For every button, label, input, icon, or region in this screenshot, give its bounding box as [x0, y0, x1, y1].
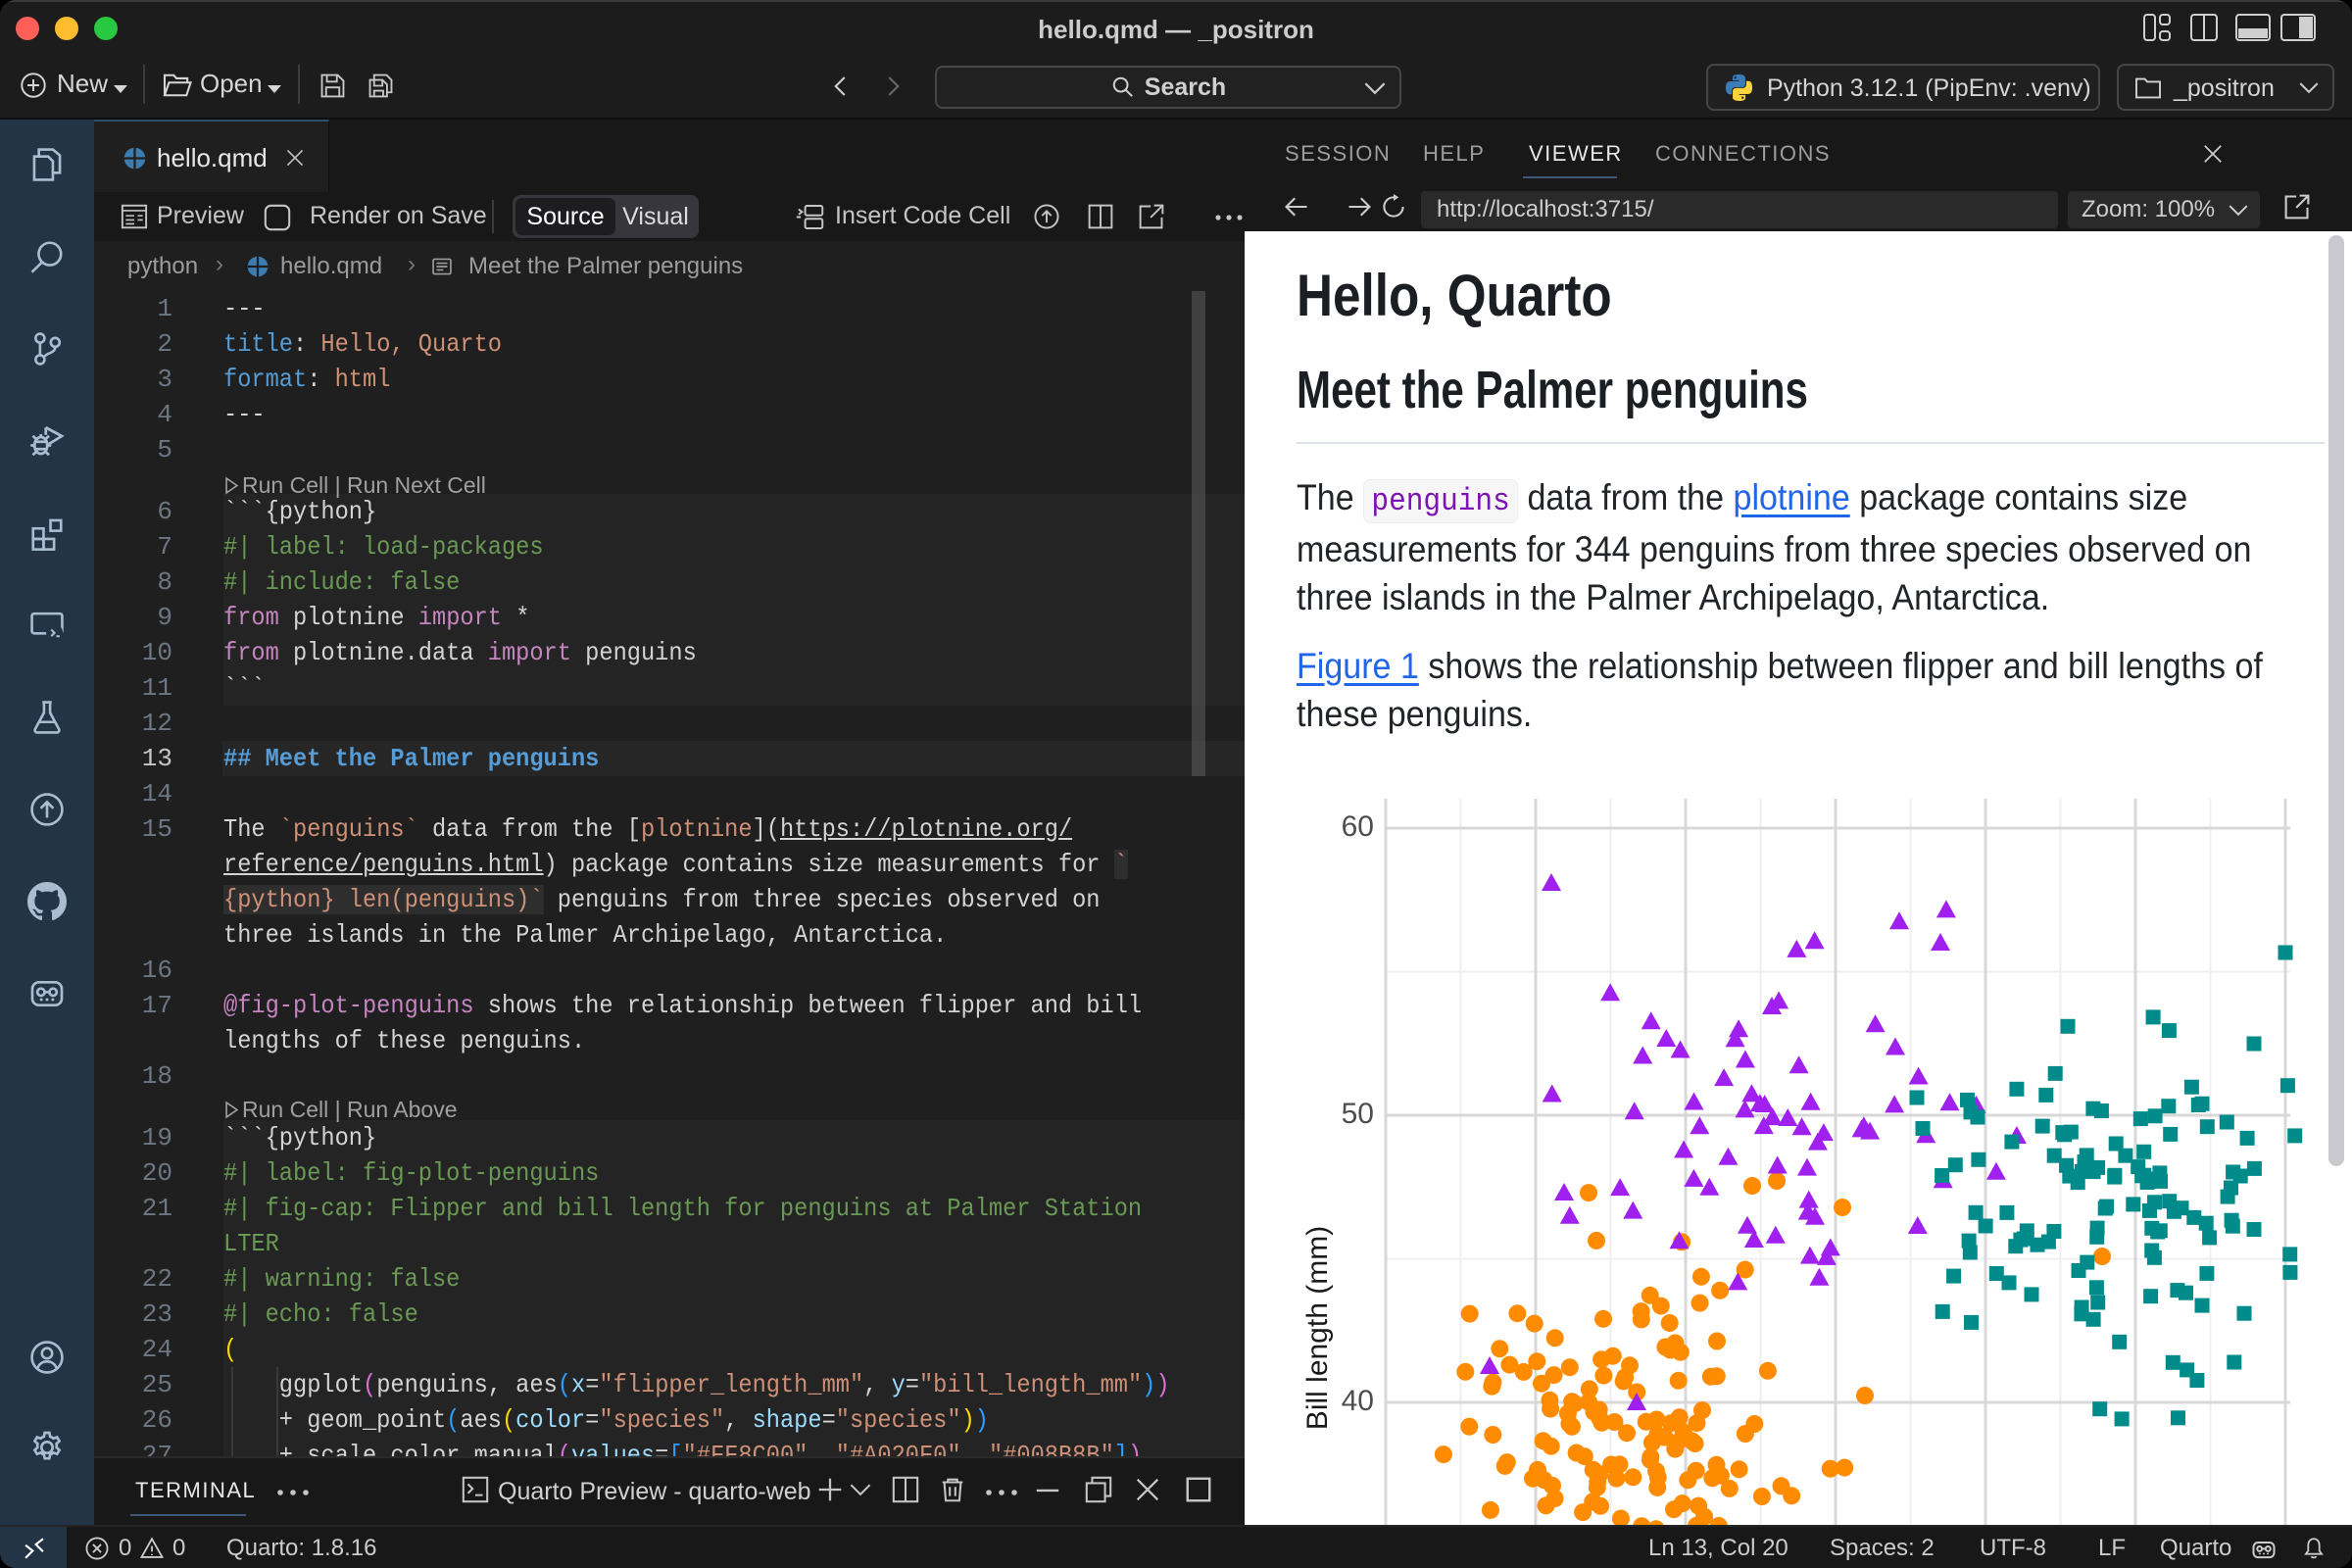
svg-text:40: 40 [1342, 1385, 1374, 1417]
svg-text:Bill length (mm): Bill length (mm) [1301, 1226, 1334, 1430]
svg-text:60: 60 [1342, 810, 1374, 843]
svg-text:50: 50 [1342, 1098, 1374, 1130]
